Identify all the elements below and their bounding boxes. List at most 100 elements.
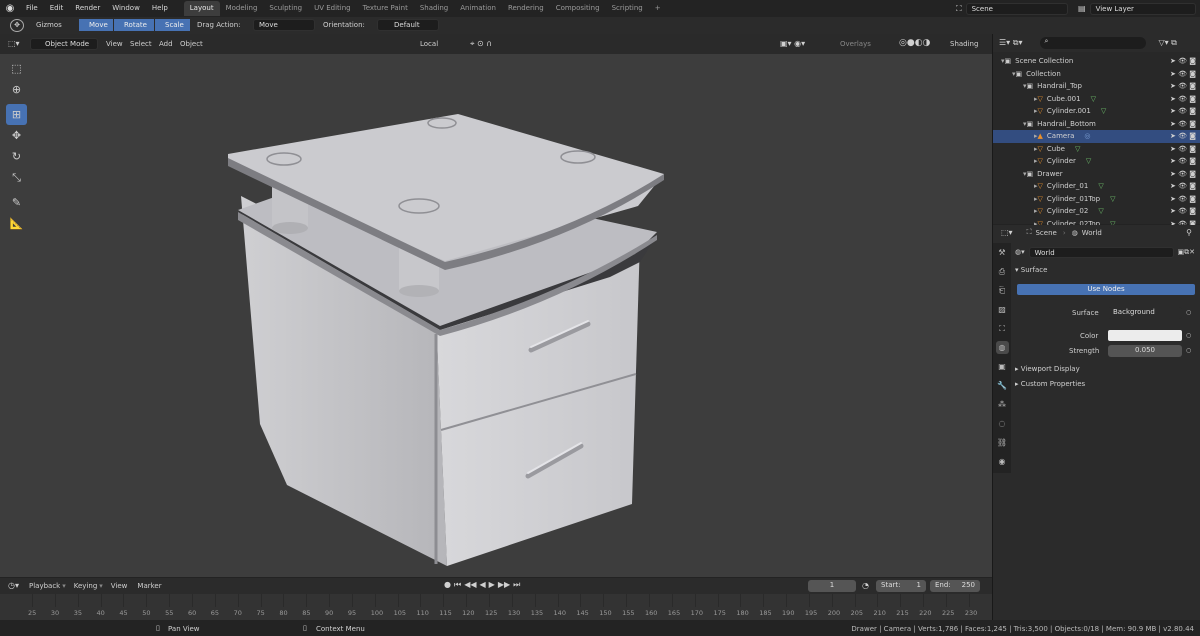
jump-end-icon[interactable]: ⏭ [513,580,520,590]
move-arrows-tool-icon[interactable]: ✥ [6,125,27,146]
tab-shading[interactable]: Shading [414,1,454,16]
render-tab-icon[interactable]: ⎙ [996,265,1009,278]
menu-view-timeline[interactable]: View [111,582,128,590]
scene-selector[interactable]: ⛶ Scene [956,2,1068,15]
editor-type-icon[interactable]: ⬚▾ [8,39,20,48]
menu-marker[interactable]: Marker [137,582,161,590]
measure-tool-icon[interactable]: 📐 [6,213,27,234]
scale-tool-icon[interactable]: ⤡ [6,167,27,188]
physics-tab-icon[interactable]: ◌ [996,417,1009,430]
outliner-row[interactable]: ▸ ▽ Cylinder_01 ▽ ➤ 👁 ◙ [993,180,1200,193]
properties-editor-icon[interactable]: ⬚▾ [1001,228,1013,237]
move-tool-icon[interactable]: ⊞ [6,104,27,125]
particles-tab-icon[interactable]: ⁂ [996,398,1009,411]
menu-edit[interactable]: Edit [44,0,70,17]
outliner-row[interactable]: ▾ ▣ Collection ➤ 👁 ◙ [993,68,1200,81]
outliner-row[interactable]: ▾ ▣ Handrail_Top ➤ 👁 ◙ [993,80,1200,93]
play-reverse-icon[interactable]: ◀ [480,580,486,590]
menu-view[interactable]: View [106,40,123,48]
overlays-button[interactable]: Overlays [840,40,871,48]
tab-modeling[interactable]: Modeling [220,1,264,16]
scale-button[interactable]: Scale [155,19,190,31]
select-box-tool-icon[interactable]: ⬚ [6,58,27,79]
annotate-tool-icon[interactable]: ✎ [6,192,27,213]
end-frame-field[interactable]: End: 250 [930,580,980,592]
outliner-row[interactable]: ▸ ▽ Cylinder_01Top ▽ ➤ 👁 ◙ [993,193,1200,206]
object-mode-dropdown[interactable]: Object Mode [30,38,98,50]
outliner-editor-icon[interactable]: ☰▾ ⧉▾ [999,38,1022,48]
drawer-cabinet-model[interactable] [0,34,992,577]
pin-icon[interactable]: ⚲ [1186,228,1192,237]
output-tab-icon[interactable]: ⎗ [996,284,1009,297]
row-visibility-icons[interactable]: ➤ 👁 ◙ [1170,170,1196,178]
color-swatch[interactable] [1108,330,1182,341]
outliner-row[interactable]: ▸ ▽ Cylinder.001 ▽ ➤ 👁 ◙ [993,105,1200,118]
view-layer-tab-icon[interactable]: ▨ [996,303,1009,316]
tab-compositing[interactable]: Compositing [550,1,606,16]
tab-texture-paint[interactable]: Texture Paint [357,1,414,16]
jump-start-icon[interactable]: ⏮ [454,580,461,590]
world-datablock[interactable]: ◍▾ World ▣⧉✕ [1015,246,1195,258]
next-keyframe-icon[interactable]: ▶▶ [498,580,510,590]
mesh-data-icon[interactable]: ▽ [1075,145,1080,153]
tool-tab-icon[interactable]: ⚒ [996,246,1009,259]
visibility-icon[interactable]: ▣▾ ◉▾ [780,39,805,48]
tab-layout[interactable]: Layout [183,1,220,16]
row-visibility-icons[interactable]: ➤ 👁 ◙ [1170,145,1196,153]
outliner-row[interactable]: ▾ ▣ Scene Collection ➤ 👁 ◙ [993,55,1200,68]
world-tab-icon[interactable]: ◍ [995,341,1009,354]
menu-object[interactable]: Object [180,40,203,48]
strength-link-icon[interactable]: ○ [1186,347,1191,354]
move-button[interactable]: Move [79,19,113,31]
color-link-icon[interactable]: ○ [1186,332,1191,339]
tab-uv-editing[interactable]: UV Editing [308,1,357,16]
scene-field[interactable]: Scene [965,2,1068,15]
mesh-data-icon[interactable]: ▽ [1101,107,1106,115]
row-visibility-icons[interactable]: ➤ 👁 ◙ [1170,132,1196,140]
scene-tab-icon[interactable]: ⛶ [996,322,1009,335]
menu-window[interactable]: Window [106,0,146,17]
mesh-data-icon[interactable]: ▽ [1098,207,1103,215]
rotate-button[interactable]: Rotate [114,19,154,31]
menu-help[interactable]: Help [146,0,174,17]
fake-user-icon[interactable]: ▣⧉✕ [1178,248,1195,257]
menu-keying[interactable]: Keying [74,582,98,590]
row-visibility-icons[interactable]: ➤ 👁 ◙ [1170,157,1196,165]
row-visibility-icons[interactable]: ➤ 👁 ◙ [1170,82,1196,90]
camera-data-icon[interactable]: ◎ [1084,132,1090,140]
mesh-data-icon[interactable]: ▽ [1086,157,1091,165]
outliner-row[interactable]: ▸ ▽ Cylinder_02 ▽ ➤ 👁 ◙ [993,205,1200,218]
view-layer-selector[interactable]: ▤ View Layer [1078,2,1196,15]
add-workspace-button[interactable]: + [649,1,667,16]
menu-render[interactable]: Render [69,0,106,17]
row-visibility-icons[interactable]: ➤ 👁 ◙ [1170,70,1196,78]
tab-rendering[interactable]: Rendering [502,1,550,16]
timeline-ruler[interactable]: 25 30 35 40 45 50 55 60 65 70 75 80 85 90 95 100 105 110 1… [0,594,992,620]
start-frame-field[interactable]: Start: 1 [876,580,926,592]
object-tab-icon[interactable]: ▣ [996,360,1009,373]
prev-keyframe-icon[interactable]: ◀◀ [464,580,476,590]
orientation-dropdown[interactable]: Default [377,19,439,31]
timeline-editor-icon[interactable]: ◷▾ [8,581,19,590]
outliner-search-input[interactable]: ⌕ [1040,37,1147,49]
mesh-data-icon[interactable]: ▽ [1098,182,1103,190]
cursor-tool-icon[interactable]: ⊕ [6,79,27,100]
row-visibility-icons[interactable]: ➤ 👁 ◙ [1170,207,1196,215]
row-visibility-icons[interactable]: ➤ 👁 ◙ [1170,182,1196,190]
outliner-row[interactable]: ▾ ▣ Drawer ➤ 👁 ◙ [993,168,1200,181]
surface-section[interactable]: ▾ Surface [1015,266,1195,274]
row-visibility-icons[interactable]: ➤ 👁 ◙ [1170,120,1196,128]
stopwatch-icon[interactable]: ◔ [862,581,869,590]
play-icon[interactable]: ▶ [489,580,495,590]
gizmo-icon[interactable]: ✥ [10,19,24,32]
outliner-row[interactable]: ▾ ▣ Handrail_Bottom ➤ 👁 ◙ [993,118,1200,131]
outliner-row[interactable]: ▸ ▽ Cube.001 ▽ ➤ 👁 ◙ [993,93,1200,106]
tab-scripting[interactable]: Scripting [606,1,649,16]
surface-link-icon[interactable]: ○ [1186,309,1191,316]
current-frame-field[interactable]: 1 [808,580,856,592]
filter-icon[interactable]: ▽▾ ⧉ [1158,38,1176,48]
menu-file[interactable]: File [20,0,44,17]
transform-orientation-dropdown[interactable]: Local [420,40,438,48]
outliner-row[interactable]: ▸ ▲ Camera ◎ ➤ 👁 ◙ [993,130,1200,143]
snap-icon[interactable]: ⌖ ⊙ ∩ [470,39,492,49]
